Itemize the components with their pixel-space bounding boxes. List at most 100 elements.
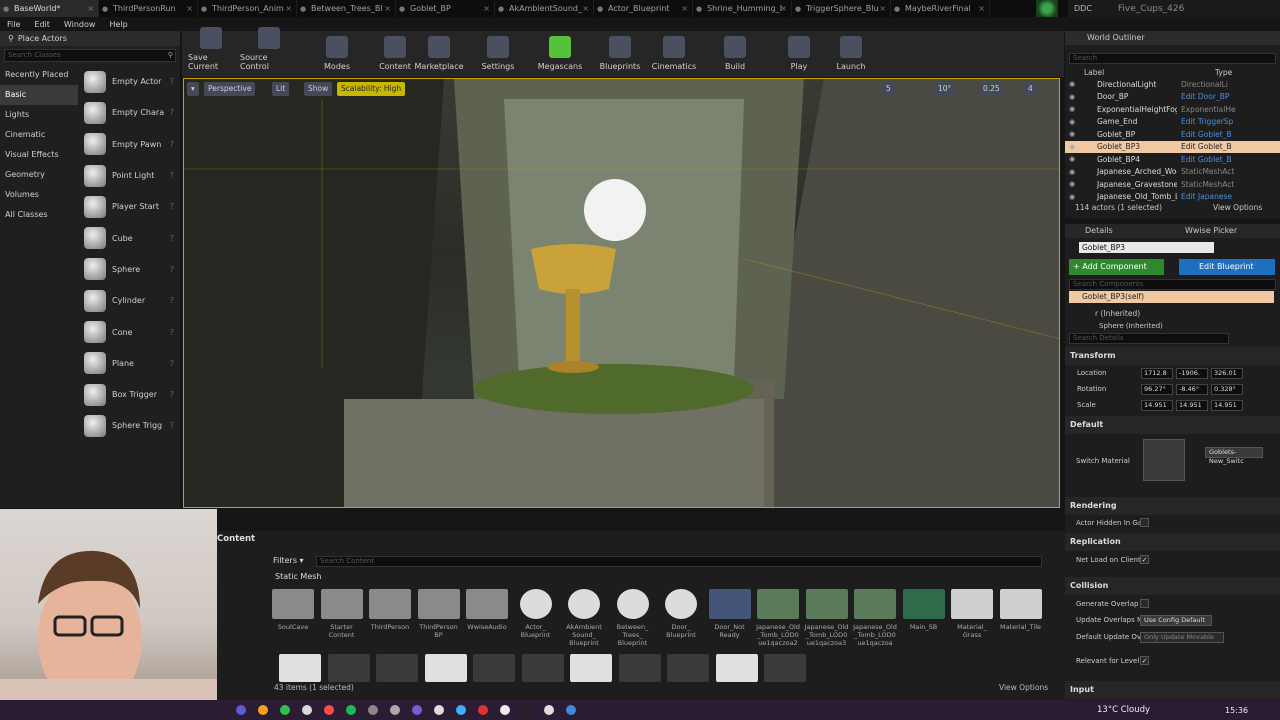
- editor-tab[interactable]: ● TriggerSphere_Blu ×: [792, 0, 891, 17]
- asset-thumbnail[interactable]: [715, 654, 758, 682]
- col-label[interactable]: Label: [1065, 68, 1215, 77]
- tab-close-icon[interactable]: ×: [978, 4, 985, 13]
- component-search-input[interactable]: Search Components: [1069, 279, 1276, 290]
- asset-tile[interactable]: WwiseAudio: [465, 589, 509, 631]
- rotation-x[interactable]: 96.27°: [1141, 384, 1173, 395]
- location-y[interactable]: -1906.: [1176, 368, 1208, 379]
- help-icon[interactable]: ?: [170, 296, 174, 305]
- actor-class-item[interactable]: Player Start?: [80, 191, 180, 222]
- editor-tab[interactable]: ● Between_Trees_Bl ×: [297, 0, 396, 17]
- scale-y[interactable]: 14.951: [1176, 400, 1208, 411]
- outliner-row[interactable]: ◉ DirectionalLight DirectionalLi: [1065, 78, 1280, 91]
- details-search-input[interactable]: Search Details: [1069, 333, 1229, 344]
- asset-tile[interactable]: Starter Content: [320, 589, 364, 639]
- actor-name-field[interactable]: Goblet_BP3: [1079, 242, 1214, 253]
- outliner-row[interactable]: ◉ Japanese_Gravestone_LOD StaticMeshAct: [1065, 178, 1280, 191]
- asset-tile[interactable]: Japanese_Old _Tomb_LOD0 ue1qaczoa: [853, 589, 897, 647]
- help-icon[interactable]: ?: [170, 171, 174, 180]
- default-header[interactable]: Default: [1065, 416, 1280, 434]
- category-item[interactable]: All Classes: [0, 205, 78, 225]
- tab-close-icon[interactable]: ×: [384, 4, 391, 13]
- scalability-button[interactable]: Scalability: High: [337, 82, 406, 96]
- taskbar-app-icon[interactable]: [346, 705, 356, 715]
- component-self-row[interactable]: Goblet_BP3(self): [1069, 291, 1274, 303]
- scale-x[interactable]: 14.951: [1141, 400, 1173, 411]
- record-icon[interactable]: [1036, 0, 1058, 17]
- tab-close-icon[interactable]: ×: [681, 4, 688, 13]
- menu-window[interactable]: Window: [64, 20, 96, 29]
- actor-type[interactable]: Edit Goblet_B: [1177, 130, 1237, 139]
- collision-header[interactable]: Collision: [1065, 577, 1280, 595]
- visibility-eye-icon[interactable]: ◉: [1065, 118, 1079, 126]
- outliner-row[interactable]: ◉ Goblet_BP3 Edit Goblet_B: [1065, 140, 1280, 153]
- material-dropdown[interactable]: Goblets-New_Switc: [1205, 447, 1263, 465]
- content-search-input[interactable]: Search Content: [316, 556, 1042, 567]
- taskbar-app-icon[interactable]: [280, 705, 290, 715]
- tab-close-icon[interactable]: ×: [285, 4, 292, 13]
- outliner-row[interactable]: ◉ Goblet_BP4 Edit Goblet_B: [1065, 153, 1280, 166]
- update-overlaps-dropdown[interactable]: Use Config Default: [1140, 615, 1212, 626]
- visibility-eye-icon[interactable]: ◉: [1065, 130, 1079, 138]
- actor-type[interactable]: Edit Japanese: [1177, 192, 1237, 201]
- editor-tab[interactable]: ● AkAmbientSound_ ×: [495, 0, 594, 17]
- toolbar-blueprints-button[interactable]: Blueprints: [600, 36, 640, 71]
- location-x[interactable]: 1712.8: [1141, 368, 1173, 379]
- asset-tile[interactable]: Door_ Blueprint: [659, 589, 703, 639]
- transform-header[interactable]: Transform: [1065, 347, 1280, 365]
- outliner-row[interactable]: ◉ Door_BP Edit Door_BP: [1065, 91, 1280, 104]
- outliner-row[interactable]: ◉ Japanese_Old_Tomb_LOD0Edit Japanese: [1065, 191, 1280, 204]
- relevant-level-checkbox[interactable]: ✓: [1140, 656, 1149, 665]
- actor-class-item[interactable]: Plane?: [80, 348, 180, 379]
- visibility-eye-icon[interactable]: ◉: [1065, 105, 1079, 113]
- tab-close-icon[interactable]: ×: [483, 4, 490, 13]
- editor-tab[interactable]: ● Actor_Blueprint ×: [594, 0, 693, 17]
- scale-snap-button[interactable]: 0.25: [979, 82, 1004, 96]
- editor-tab[interactable]: ● BaseWorld* ×: [0, 0, 99, 17]
- help-icon[interactable]: ?: [170, 390, 174, 399]
- taskbar-app-icon[interactable]: [522, 705, 532, 715]
- editor-tab[interactable]: ● ThirdPerson_Anim ×: [198, 0, 297, 17]
- location-label[interactable]: Location: [1077, 369, 1107, 377]
- net-load-checkbox[interactable]: ✓: [1140, 555, 1149, 564]
- asset-tile[interactable]: Japanese_Old _Tomb_LOD0 ue1qaczoa2: [756, 589, 800, 647]
- toolbar-settings-button[interactable]: Settings: [478, 36, 518, 71]
- asset-tile[interactable]: SoulCave: [271, 589, 315, 631]
- static-mesh-filter-tag[interactable]: Static Mesh: [275, 572, 321, 581]
- toolbar-marketplace-button[interactable]: Marketplace: [414, 36, 464, 71]
- location-z[interactable]: 326.01: [1211, 368, 1243, 379]
- actor-class-item[interactable]: Sphere?: [80, 254, 180, 285]
- rotation-y[interactable]: -8.46°: [1176, 384, 1208, 395]
- actor-class-item[interactable]: Empty Chara?: [80, 97, 180, 128]
- rotation-z[interactable]: 0.328°: [1211, 384, 1243, 395]
- taskbar-app-icon[interactable]: [500, 705, 510, 715]
- visibility-eye-icon[interactable]: ◉: [1065, 93, 1079, 101]
- asset-tile[interactable]: AkAmbient Sound_ Blueprint: [562, 589, 606, 647]
- clock[interactable]: 15:36: [1225, 706, 1248, 715]
- taskbar-app-icon[interactable]: [368, 705, 378, 715]
- actor-class-item[interactable]: Cube?: [80, 222, 180, 253]
- viewport-options-button[interactable]: ▾: [187, 82, 199, 96]
- asset-tile[interactable]: Material_Tile: [999, 589, 1043, 631]
- toolbar-content-button[interactable]: Content: [378, 36, 412, 71]
- toolbar-play-button[interactable]: Play: [786, 36, 812, 71]
- help-icon[interactable]: ?: [170, 359, 174, 368]
- default-update-dropdown[interactable]: Only Update Movable: [1140, 632, 1224, 643]
- help-icon[interactable]: ?: [170, 77, 174, 86]
- visibility-eye-icon[interactable]: ◉: [1065, 143, 1079, 151]
- help-icon[interactable]: ?: [170, 140, 174, 149]
- taskbar-app-icon[interactable]: [566, 705, 576, 715]
- asset-tile[interactable]: Between_ Trees_ Blueprint: [611, 589, 655, 647]
- toolbar-build-button[interactable]: Build: [718, 36, 752, 71]
- asset-tile[interactable]: Material_ Grass: [950, 589, 994, 639]
- help-icon[interactable]: ?: [170, 265, 174, 274]
- taskbar-app-icon[interactable]: [258, 705, 268, 715]
- actor-type[interactable]: Edit TriggerSp: [1177, 117, 1237, 126]
- taskbar-app-icon[interactable]: [236, 705, 246, 715]
- taskbar-app-icon[interactable]: [324, 705, 334, 715]
- tab-close-icon[interactable]: ×: [879, 4, 886, 13]
- tab-close-icon[interactable]: ×: [87, 4, 94, 13]
- menu-help[interactable]: Help: [109, 20, 127, 29]
- weather-text[interactable]: 13°C Cloudy: [1097, 705, 1150, 715]
- outliner-view-options[interactable]: View Options: [1213, 203, 1262, 212]
- category-item[interactable]: Recently Placed: [0, 65, 78, 85]
